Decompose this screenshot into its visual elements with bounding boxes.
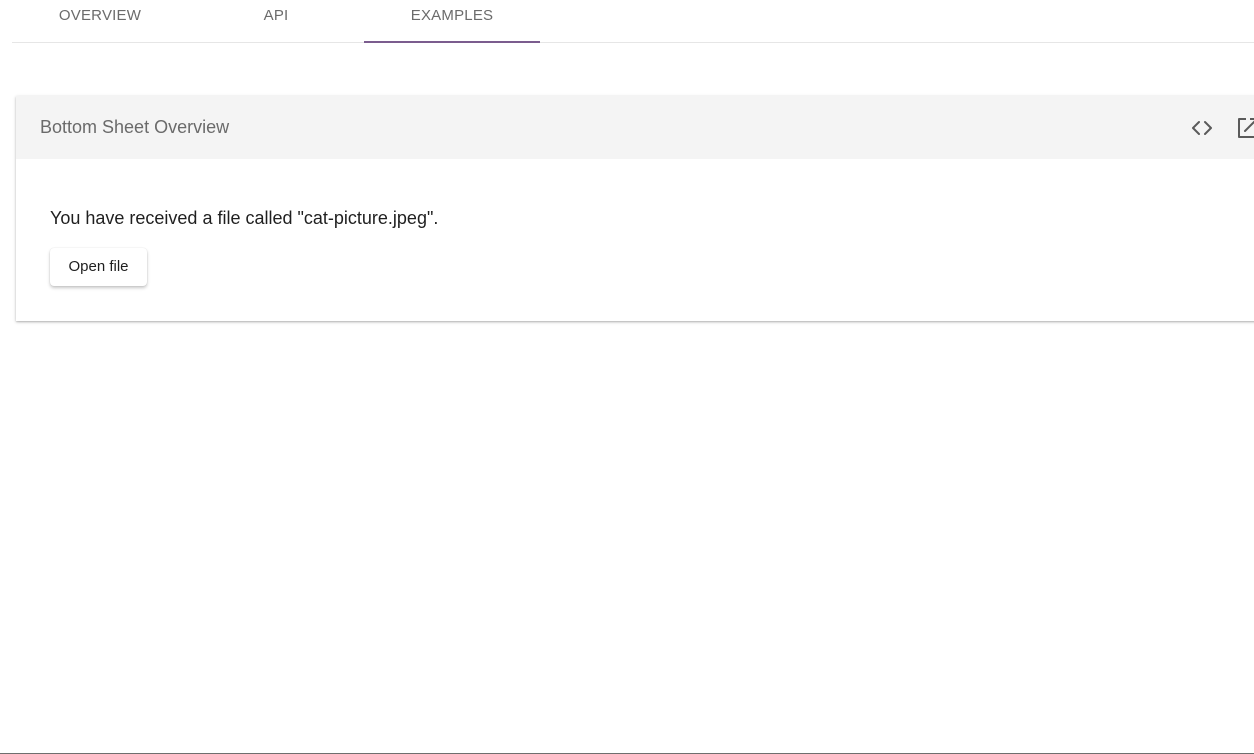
code-icon [1192,121,1212,135]
tab-examples[interactable]: EXAMPLES [364,0,540,43]
view-source-button[interactable] [1188,114,1216,142]
page: OVERVIEW API EXAMPLES Bottom Sheet Overv… [0,0,1254,754]
tab-overview[interactable]: OVERVIEW [12,0,188,42]
example-card-header: Bottom Sheet Overview [16,96,1254,159]
open-file-button[interactable]: Open file [50,248,147,286]
example-card: Bottom Sheet Overview You have received … [16,96,1254,321]
example-title: Bottom Sheet Overview [40,117,230,137]
tab-bar: OVERVIEW API EXAMPLES [12,0,1254,43]
tab-api[interactable]: API [188,0,364,42]
open-in-stackblitz-button[interactable] [1234,114,1254,142]
open-in-new-icon [1238,118,1254,138]
file-received-message: You have received a file called "cat-pic… [50,208,439,228]
